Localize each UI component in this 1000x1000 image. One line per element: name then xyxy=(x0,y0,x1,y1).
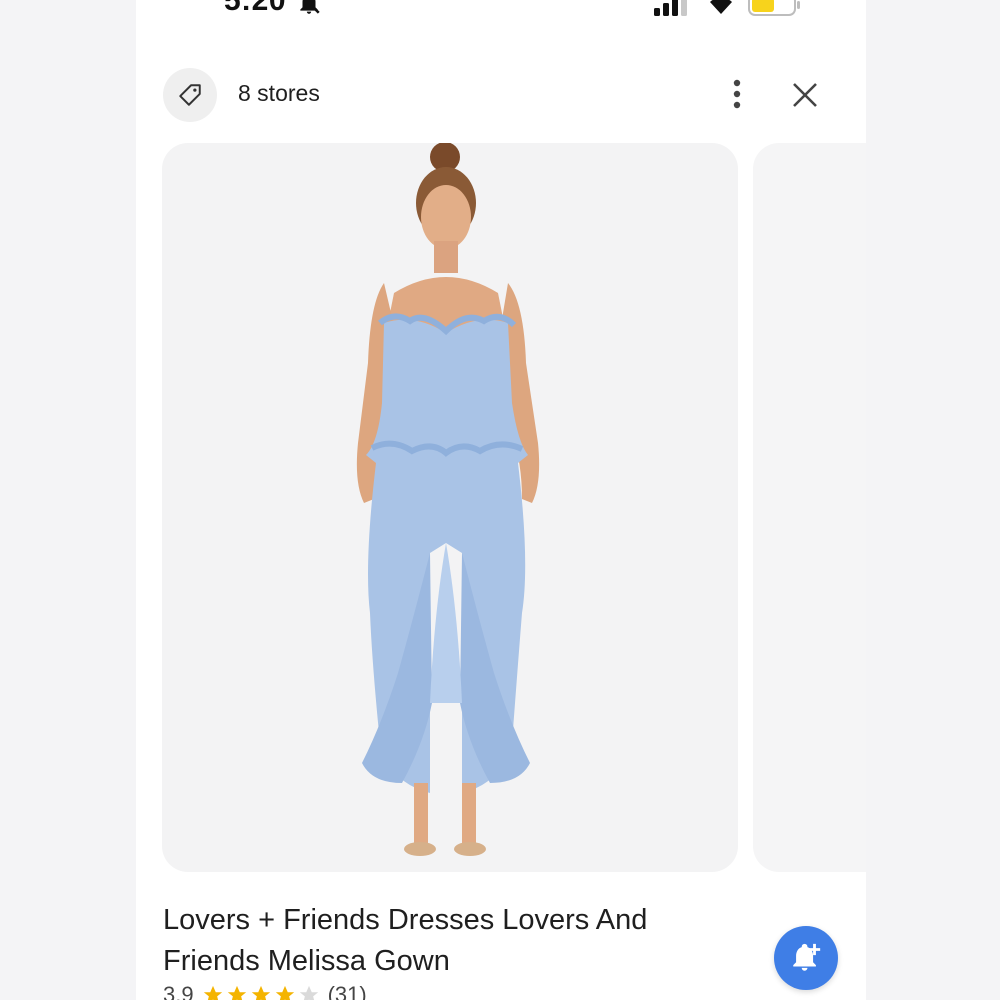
price-alert-button[interactable] xyxy=(774,926,838,990)
star-filled-icon xyxy=(203,985,222,1000)
battery-icon xyxy=(748,0,800,16)
price-tag-button[interactable] xyxy=(163,68,217,122)
star-rating xyxy=(202,984,320,1000)
next-image-card[interactable] xyxy=(753,143,866,872)
more-vert-icon xyxy=(733,79,741,109)
star-filled-icon xyxy=(275,985,294,1000)
product-image-card[interactable] xyxy=(162,143,738,872)
wifi-icon xyxy=(710,0,732,14)
star-empty-icon xyxy=(299,985,318,1000)
rating-row[interactable]: 3.9 (31) xyxy=(163,982,367,1000)
phone-screen: 5:20 8 stores Lovers + Friends Dresses L… xyxy=(136,0,866,1000)
close-icon xyxy=(793,83,817,107)
status-time: 5:20 xyxy=(224,0,287,17)
rating-value: 3.9 xyxy=(163,982,194,1000)
star-filled-icon xyxy=(227,985,246,1000)
close-button[interactable] xyxy=(788,78,822,112)
product-title: Lovers + Friends Dresses Lovers And Frie… xyxy=(163,904,648,977)
bell-off-icon xyxy=(300,0,320,14)
add-alert-icon xyxy=(793,943,821,971)
product-image xyxy=(356,143,540,856)
stores-count-link[interactable]: 8 stores xyxy=(238,80,320,107)
review-count: (31) xyxy=(327,982,367,1000)
more-options-button[interactable] xyxy=(724,74,750,114)
price-tag-icon xyxy=(179,84,201,106)
signal-icon xyxy=(654,0,687,16)
star-filled-icon xyxy=(251,985,270,1000)
